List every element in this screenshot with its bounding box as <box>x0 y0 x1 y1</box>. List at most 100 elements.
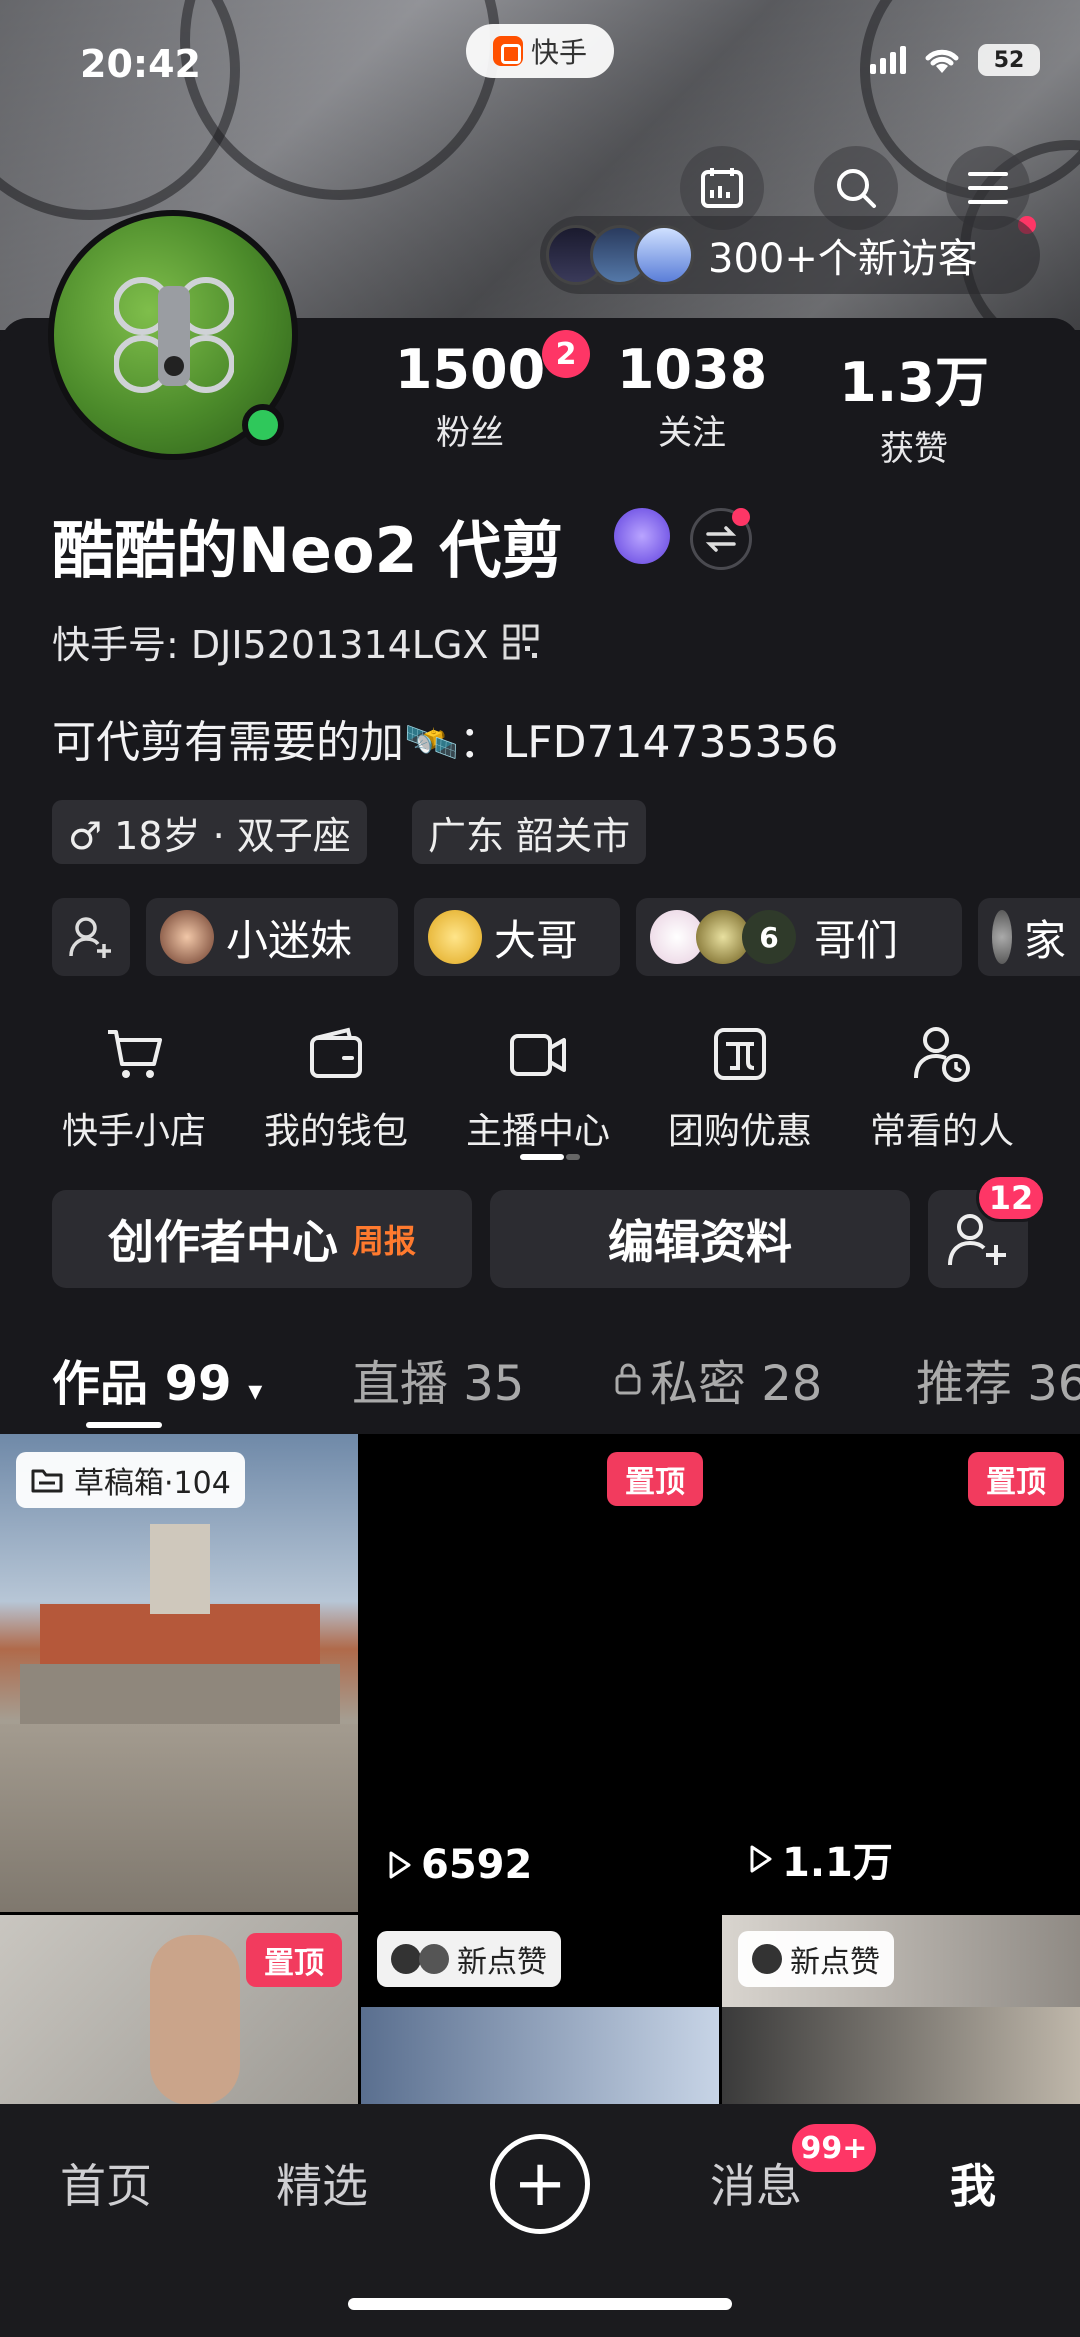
app-pill-label: 快手 <box>530 36 587 69</box>
followers-label: 粉丝 <box>436 413 504 453</box>
video-thumbnail <box>722 2007 1080 2104</box>
edit-profile-button[interactable]: 编辑资料 <box>490 1190 910 1288</box>
pinned-badge: 置顶 <box>607 1452 703 1506</box>
tool-label: 快手小店 <box>61 1111 206 1152</box>
view-count: 6592 <box>387 1842 532 1888</box>
new-like-label: 新点赞 <box>457 1945 547 1980</box>
friend-chip-label: 家 <box>1023 915 1066 965</box>
friend-chip-buddies[interactable]: 6 哥们 <box>636 898 962 976</box>
qrcode-icon[interactable] <box>502 623 540 661</box>
view-count-value: 1.1万 <box>782 1840 893 1886</box>
tab-works-label: 作品 99 <box>52 1356 232 1412</box>
drafts-label: 草稿箱·104 <box>74 1466 231 1501</box>
add-friend-group-button[interactable] <box>52 898 130 976</box>
swap-icon <box>705 526 737 552</box>
friend-chip-label: 小迷妹 <box>226 915 353 965</box>
kuaishou-logo-icon <box>492 36 523 66</box>
works-grid: 草稿箱·104 置顶 6592 置顶 1.1万 置顶 新点赞 新点赞 <box>0 1434 1080 2104</box>
tab-recommend[interactable]: 推荐 36 <box>916 1344 1080 1414</box>
nav-home[interactable]: 首页 <box>60 2150 152 2216</box>
kuaishou-id-row[interactable]: 快手号: DJI5201314LGX <box>52 614 540 669</box>
friend-chip-fan[interactable]: 小迷妹 <box>146 898 398 976</box>
friend-chip-bro[interactable]: 大哥 <box>414 898 620 976</box>
view-count: 1.1万 <box>748 1830 893 1888</box>
camera-icon <box>510 1034 566 1076</box>
friend-avatar <box>992 910 1012 964</box>
chevron-down-icon: ▾ <box>248 1374 263 1407</box>
coupon-icon <box>714 1028 766 1080</box>
video-cell[interactable]: 新点赞 <box>361 1915 719 2104</box>
tool-frequent-viewed[interactable]: 常看的人 <box>842 1022 1042 1154</box>
creator-center-label: 创作者中心 <box>107 1215 338 1269</box>
tools-page-indicator <box>566 1154 580 1160</box>
tab-private-label: 私密 28 <box>650 1356 823 1412</box>
hand-shape <box>150 1935 240 2104</box>
folder-icon <box>31 1469 63 1493</box>
weekly-report-label: 周报 <box>351 1222 416 1260</box>
add-user-icon <box>69 917 111 958</box>
switch-notification-dot <box>732 508 750 526</box>
likes-count: 1.3万 <box>839 351 989 414</box>
video-cell[interactable]: 置顶 6592 <box>361 1434 719 1912</box>
tool-streamer-center[interactable]: 主播中心 <box>438 1022 638 1154</box>
cart-icon <box>108 1030 162 1078</box>
friend-chip-label: 哥们 <box>814 915 899 965</box>
new-like-badge: 新点赞 <box>738 1931 894 1987</box>
building-wall <box>20 1664 340 1724</box>
new-like-badge: 新点赞 <box>377 1931 561 1987</box>
tools-page-indicator <box>520 1154 564 1160</box>
video-cell[interactable]: 置顶 1.1万 <box>722 1434 1080 1912</box>
tool-shop[interactable]: 快手小店 <box>34 1022 234 1154</box>
status-icons: 52 <box>870 44 1040 76</box>
creator-center-button[interactable]: 创作者中心 周报 <box>52 1190 472 1288</box>
wifi-icon <box>925 49 959 73</box>
liker-avatar <box>391 1944 421 1974</box>
app-pill[interactable]: 快手 <box>466 24 614 78</box>
nav-featured[interactable]: 精选 <box>276 2150 368 2216</box>
pinned-badge: 置顶 <box>246 1933 342 1987</box>
video-thumbnail <box>361 2007 719 2104</box>
tool-group-buy[interactable]: 团购优惠 <box>640 1022 840 1154</box>
new-like-label: 新点赞 <box>790 1945 880 1980</box>
stat-likes[interactable]: 1.3万 获赞 <box>804 338 1024 470</box>
video-cell[interactable]: 置顶 <box>0 1915 358 2104</box>
profile-name: 酷酷的Neo2 代剪 <box>52 514 564 587</box>
tool-label: 常看的人 <box>869 1111 1014 1152</box>
drafts-badge: 草稿箱·104 <box>16 1452 245 1508</box>
liker-avatar <box>752 1944 782 1974</box>
play-icon <box>389 1851 411 1879</box>
new-visitors-pill[interactable]: 300+个新访客 <box>540 216 1040 294</box>
friend-avatar <box>160 910 214 964</box>
view-count-value: 6592 <box>421 1842 533 1888</box>
play-icon <box>750 1845 772 1873</box>
kuaishou-id: 快手号: DJI5201314LGX <box>52 623 489 667</box>
nav-me[interactable]: 我 <box>950 2150 996 2216</box>
tool-label: 我的钱包 <box>263 1111 408 1152</box>
tab-private[interactable]: 私密 28 <box>614 1344 822 1414</box>
age-zodiac-tag: ♂ 18岁 · 双子座 <box>52 800 367 864</box>
video-cell[interactable]: 新点赞 <box>722 1915 1080 2104</box>
nav-messages[interactable]: 消息 <box>710 2150 802 2216</box>
tab-live[interactable]: 直播 35 <box>352 1344 524 1414</box>
location-tag: 广东 韶关市 <box>412 800 647 864</box>
stone-wall <box>0 1724 358 1912</box>
tool-wallet[interactable]: 我的钱包 <box>236 1022 436 1154</box>
create-button[interactable]: + <box>490 2134 590 2234</box>
lock-icon <box>615 1363 641 1395</box>
friend-count: 6 <box>742 910 796 964</box>
calendar-icon <box>701 168 743 208</box>
messages-badge: 99+ <box>792 2124 876 2172</box>
user-clock-icon <box>914 1027 970 1082</box>
level-badge-icon[interactable] <box>614 508 670 564</box>
profile-bio: 可代剪有需要的加🛰️：LFD714735356 <box>52 717 839 768</box>
visitor-avatar <box>634 225 694 285</box>
friend-chip-family[interactable]: 家 <box>978 898 1080 976</box>
search-icon <box>837 169 876 208</box>
drafts-cell[interactable]: 草稿箱·104 <box>0 1434 358 1912</box>
online-status-dot <box>242 404 284 446</box>
active-tab-underline <box>86 1422 162 1428</box>
stat-following[interactable]: 1038 关注 <box>582 338 802 454</box>
tab-works[interactable]: 作品 99 ▾ <box>52 1344 262 1414</box>
friend-avatar <box>428 910 482 964</box>
tool-label: 团购优惠 <box>667 1111 812 1152</box>
